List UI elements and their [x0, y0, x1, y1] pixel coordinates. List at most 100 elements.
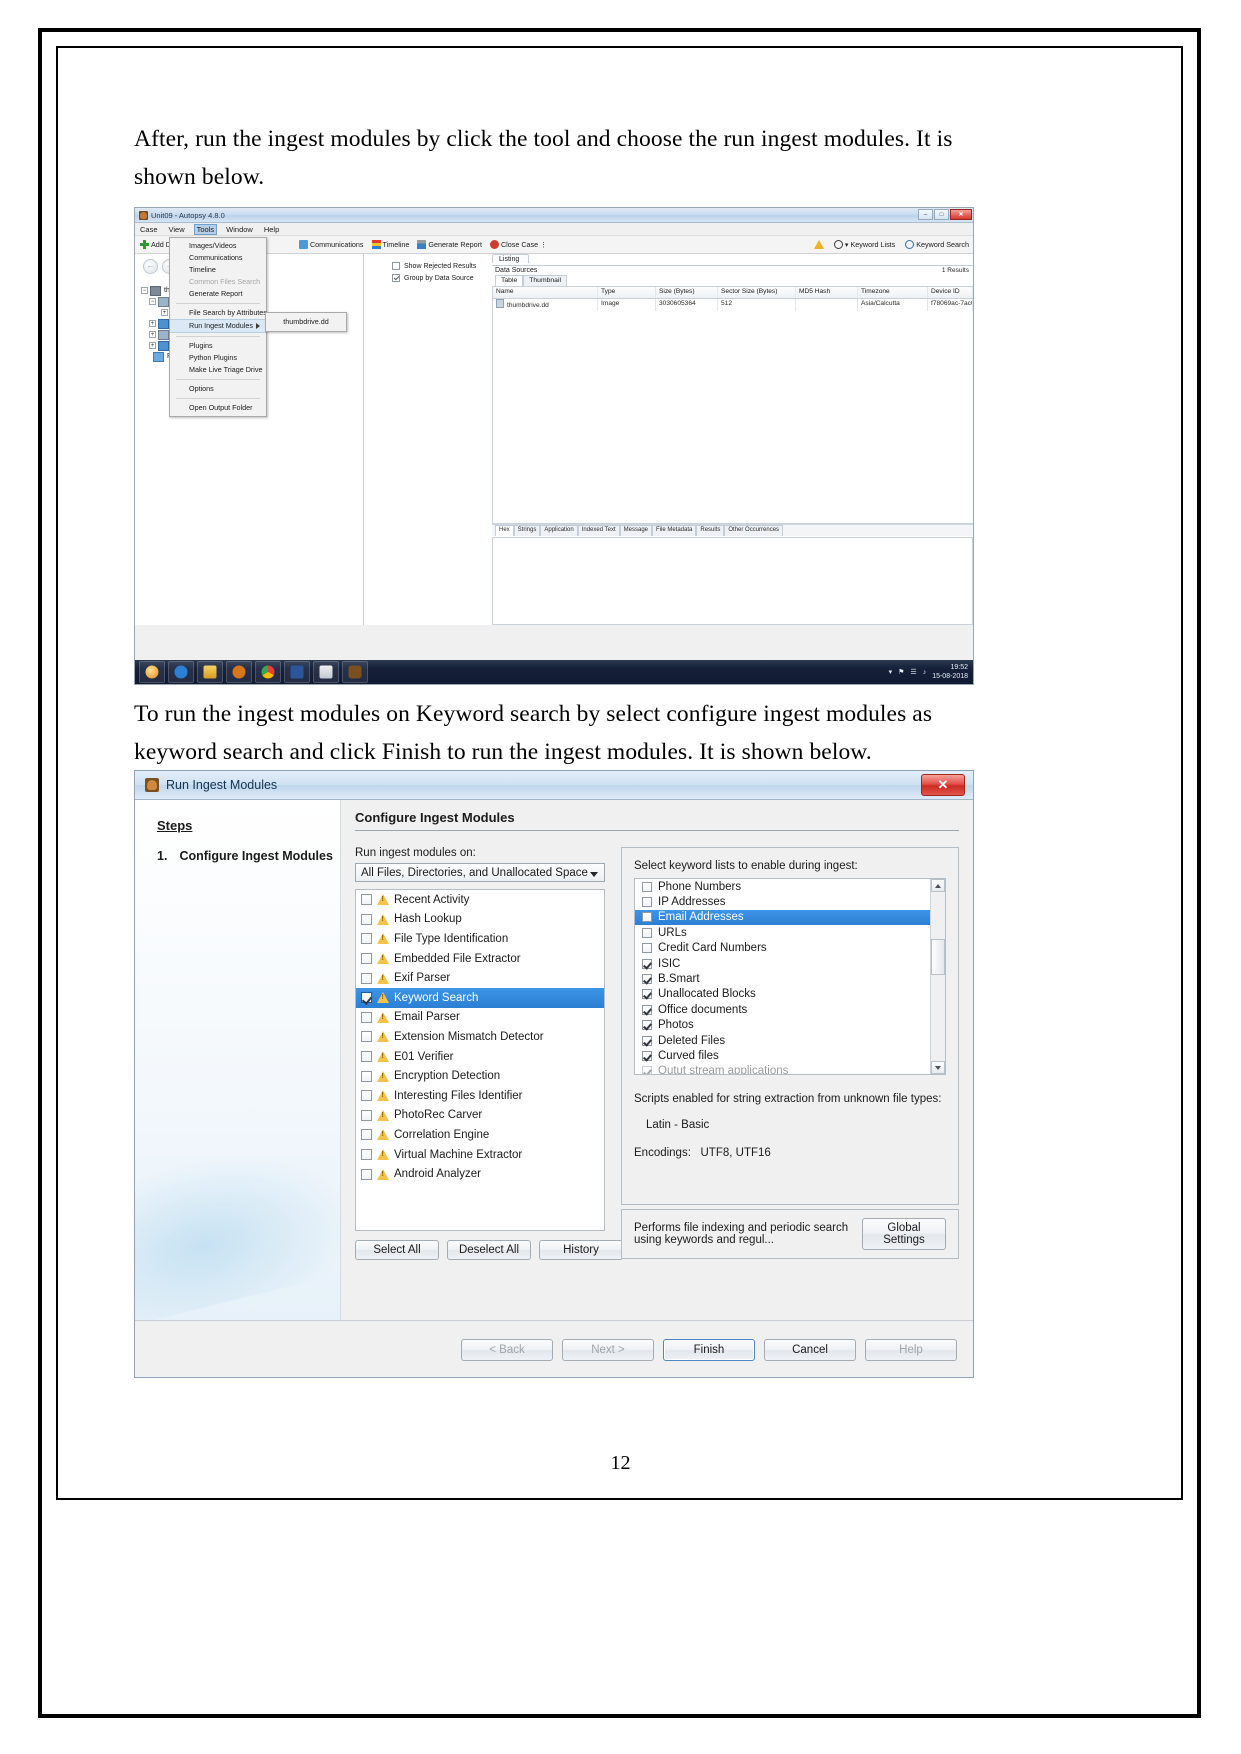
- keyword-row[interactable]: Photos: [635, 1018, 945, 1033]
- table-row[interactable]: thumbdrive.dd Image 3030605364 512 Asia/…: [493, 299, 973, 311]
- menu-case[interactable]: Case: [139, 225, 159, 234]
- taskbar-chrome-icon[interactable]: [255, 661, 281, 683]
- menu-item-python-plugins[interactable]: Python Plugins: [170, 352, 266, 364]
- show-rejected-results-checkbox[interactable]: [392, 262, 400, 270]
- menu-item-run-ingest-modules[interactable]: Run Ingest Modules: [170, 319, 266, 333]
- keyword-row[interactable]: Outut stream applications: [635, 1064, 945, 1074]
- module-checkbox[interactable]: [361, 1051, 372, 1063]
- detail-tab-file-metadata[interactable]: File Metadata: [652, 525, 697, 536]
- taskbar-internet-explorer-icon[interactable]: [168, 661, 194, 683]
- expand-icon[interactable]: −: [141, 287, 148, 294]
- subtab-table[interactable]: Table: [495, 275, 524, 286]
- taskbar-media-player-icon[interactable]: [226, 661, 252, 683]
- toolbar-add-data-source[interactable]: Add D: [140, 240, 171, 249]
- module-row[interactable]: Correlation Engine: [356, 1125, 604, 1145]
- expand-icon[interactable]: +: [149, 331, 156, 338]
- menu-item-images-videos[interactable]: Images/Videos: [170, 240, 266, 252]
- menu-view[interactable]: View: [168, 225, 186, 234]
- module-checkbox[interactable]: [361, 913, 372, 925]
- module-checkbox[interactable]: [361, 933, 372, 945]
- module-checkbox[interactable]: [361, 1031, 372, 1043]
- module-checkbox[interactable]: [361, 1090, 372, 1102]
- module-checkbox[interactable]: [361, 1070, 372, 1082]
- keyword-checkbox[interactable]: [642, 1004, 652, 1015]
- keyword-lists-container[interactable]: Phone Numbers IP Addresses Email Address…: [634, 878, 946, 1075]
- keyword-checkbox[interactable]: [642, 897, 652, 908]
- column-header-type[interactable]: Type: [598, 287, 656, 298]
- keyword-row[interactable]: Unallocated Blocks: [635, 987, 945, 1002]
- menu-tools[interactable]: Tools: [193, 223, 218, 235]
- run-on-dropdown[interactable]: All Files, Directories, and Unallocated …: [355, 863, 605, 882]
- expand-icon[interactable]: +: [149, 320, 156, 327]
- menu-help[interactable]: Help: [263, 225, 280, 234]
- keyword-row[interactable]: Deleted Files: [635, 1033, 945, 1048]
- global-settings-button[interactable]: Global Settings: [862, 1218, 946, 1250]
- tray-expand-icon[interactable]: ▾: [889, 668, 893, 676]
- keyword-row[interactable]: Curved files: [635, 1048, 945, 1063]
- maximize-button[interactable]: □: [934, 209, 949, 220]
- module-row[interactable]: Recent Activity: [356, 890, 604, 910]
- module-checkbox[interactable]: [361, 1129, 372, 1141]
- group-by-data-source-checkbox[interactable]: [392, 274, 400, 282]
- module-row[interactable]: E01 Verifier: [356, 1047, 604, 1067]
- keyword-checkbox[interactable]: [642, 974, 652, 985]
- module-row-selected[interactable]: Keyword Search: [356, 987, 604, 1008]
- module-row[interactable]: Hash Lookup: [356, 910, 604, 930]
- module-row[interactable]: Android Analyzer: [356, 1164, 604, 1184]
- keyword-row[interactable]: Credit Card Numbers: [635, 941, 945, 956]
- keyword-row[interactable]: Phone Numbers: [635, 879, 945, 894]
- close-button[interactable]: ✕: [950, 209, 972, 220]
- module-checkbox[interactable]: [361, 1149, 372, 1161]
- keyword-checkbox[interactable]: [642, 943, 652, 954]
- toolbar-keyword-lists[interactable]: ▾ Keyword Lists: [833, 240, 895, 249]
- module-checkbox[interactable]: [361, 894, 372, 906]
- menu-item-options[interactable]: Options: [170, 383, 266, 395]
- detail-tab-other-occurrences[interactable]: Other Occurrences: [724, 525, 784, 536]
- taskbar-clock[interactable]: 19:52 15-08-2018: [932, 663, 968, 681]
- tab-listing[interactable]: Listing: [492, 254, 530, 263]
- toolbar-generate-report[interactable]: Generate Report: [417, 240, 482, 249]
- toolbar-close-case[interactable]: Close Case ⋮: [489, 240, 547, 249]
- menu-item-plugins[interactable]: Plugins: [170, 340, 266, 352]
- scroll-down-arrow-icon[interactable]: [931, 1061, 945, 1074]
- taskbar-explorer-icon[interactable]: [139, 661, 165, 683]
- minimize-button[interactable]: –: [918, 209, 933, 220]
- module-row[interactable]: Encryption Detection: [356, 1066, 604, 1086]
- menu-item-generate-report[interactable]: Generate Report: [170, 288, 266, 300]
- taskbar-paint-icon[interactable]: [313, 661, 339, 683]
- keyword-checkbox[interactable]: [642, 881, 652, 892]
- column-header-device-id[interactable]: Device ID: [928, 287, 973, 298]
- menu-item-timeline[interactable]: Timeline: [170, 264, 266, 276]
- toolbar-timeline[interactable]: Timeline: [371, 240, 409, 249]
- module-row[interactable]: PhotoRec Carver: [356, 1106, 604, 1126]
- finish-button[interactable]: Finish: [663, 1339, 755, 1361]
- keyword-checkbox[interactable]: [642, 989, 652, 1000]
- select-all-button[interactable]: Select All: [355, 1240, 439, 1260]
- keyword-row-selected[interactable]: Email Addresses: [635, 909, 931, 926]
- module-checkbox[interactable]: [361, 1011, 372, 1023]
- module-row[interactable]: Exif Parser: [356, 968, 604, 988]
- menu-item-file-search-by-attributes[interactable]: File Search by Attributes: [170, 307, 267, 319]
- keyword-checkbox[interactable]: [642, 927, 652, 938]
- keyword-row[interactable]: B.Smart: [635, 971, 945, 986]
- menu-item-make-live-triage-drive[interactable]: Make Live Triage Drive: [170, 364, 266, 376]
- detail-tab-application[interactable]: Application: [540, 525, 578, 536]
- keyword-checkbox[interactable]: [642, 1035, 652, 1046]
- tray-volume-icon[interactable]: ♪: [923, 669, 927, 676]
- column-header-md5[interactable]: MD5 Hash: [796, 287, 858, 298]
- ingest-modules-list[interactable]: Recent Activity Hash Lookup File Type Id…: [355, 889, 605, 1231]
- detail-tab-indexed-text[interactable]: Indexed Text: [577, 525, 620, 536]
- keyword-checkbox[interactable]: [642, 1020, 652, 1031]
- module-row[interactable]: Virtual Machine Extractor: [356, 1145, 604, 1165]
- keyword-row[interactable]: Office documents: [635, 1002, 945, 1017]
- taskbar-folder-icon[interactable]: [197, 661, 223, 683]
- column-header-sector-size[interactable]: Sector Size (Bytes): [718, 287, 796, 298]
- toolbar-keyword-search[interactable]: Keyword Search: [905, 240, 969, 249]
- menu-item-open-output-folder[interactable]: Open Output Folder: [170, 402, 266, 414]
- history-button[interactable]: History: [539, 1240, 623, 1260]
- deselect-all-button[interactable]: Deselect All: [447, 1240, 531, 1260]
- keyword-row[interactable]: IP Addresses: [635, 894, 945, 909]
- module-checkbox[interactable]: [361, 953, 372, 965]
- menu-window[interactable]: Window: [225, 225, 254, 234]
- keyword-row[interactable]: URLs: [635, 925, 945, 940]
